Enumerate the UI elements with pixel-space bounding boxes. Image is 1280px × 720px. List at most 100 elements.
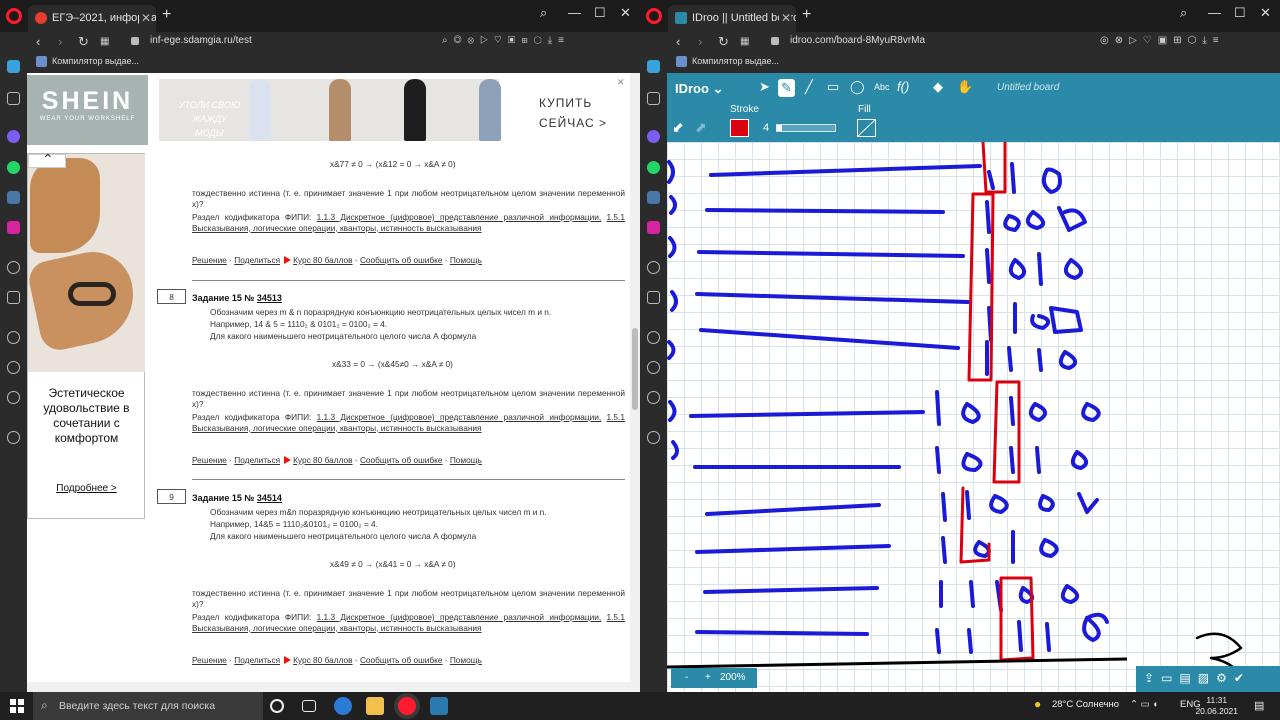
new-tab-button[interactable]: + bbox=[802, 6, 811, 24]
task-id-link[interactable]: 34514 bbox=[257, 493, 282, 503]
clock[interactable]: 11:31 20.06.2021 bbox=[1195, 695, 1238, 717]
notifications-icon[interactable]: ▤ bbox=[1254, 699, 1264, 712]
opera-menu-icon[interactable] bbox=[646, 8, 662, 24]
document-icon[interactable]: ▤ bbox=[1179, 671, 1197, 685]
fill-none-swatch[interactable] bbox=[857, 119, 876, 137]
share-icon[interactable]: ⇪ bbox=[1144, 671, 1161, 685]
stroke-color-swatch[interactable] bbox=[730, 119, 749, 137]
gear-icon[interactable]: ⚙ bbox=[1216, 671, 1234, 685]
home-icon[interactable] bbox=[647, 60, 660, 73]
send-icon[interactable] bbox=[7, 291, 20, 304]
star-icon[interactable] bbox=[647, 92, 660, 105]
new-tab-button[interactable]: + bbox=[162, 6, 171, 24]
undo-icon[interactable]: ⬋ bbox=[672, 119, 684, 136]
history-icon[interactable] bbox=[647, 361, 660, 374]
ad-close-icon[interactable]: ✕ bbox=[617, 77, 625, 88]
eraser-tool-icon[interactable]: ◆ bbox=[933, 79, 943, 95]
search-tabs-icon[interactable]: ⌕ bbox=[1180, 5, 1187, 21]
file-explorer-icon[interactable] bbox=[366, 697, 384, 715]
player-icon[interactable] bbox=[647, 261, 660, 274]
check-icon[interactable]: ✔ bbox=[1234, 671, 1251, 685]
solution-link[interactable]: Решение bbox=[192, 655, 227, 665]
share-link[interactable]: Поделиться bbox=[234, 255, 280, 265]
heart-icon[interactable] bbox=[647, 331, 660, 344]
instagram-icon[interactable] bbox=[647, 221, 660, 234]
task-id-link[interactable]: 34513 bbox=[257, 293, 282, 303]
screen-icon[interactable]: ▭ bbox=[1161, 671, 1179, 685]
help-link[interactable]: Помощь bbox=[450, 255, 482, 265]
toolbar-extension-icons[interactable]: ◎⊗▷♡▣⊞⬡⤓≡ bbox=[1100, 35, 1225, 46]
photos-icon[interactable] bbox=[430, 697, 448, 715]
shoe-side-ad[interactable]: ⌃ Эстетическое удовольствие в сочетании … bbox=[27, 151, 145, 519]
history-icon[interactable] bbox=[7, 361, 20, 374]
settings-icon[interactable] bbox=[647, 391, 660, 404]
tab-idroo[interactable]: IDroo || Untitled board ✕ bbox=[668, 5, 796, 32]
whatsapp-icon[interactable] bbox=[647, 161, 660, 174]
banner-cta[interactable]: КУПИТЬ СЕЙЧАС > bbox=[539, 93, 607, 133]
back-icon[interactable]: ‹ bbox=[36, 34, 40, 49]
reload-icon[interactable]: ↻ bbox=[718, 34, 729, 50]
line-tool-icon[interactable]: ╱ bbox=[805, 79, 813, 95]
shein-banner-ad[interactable]: SHEIN WEAR YOUR WORKSHELF УТОЛИ СВОЮ ЖАЖ… bbox=[27, 75, 627, 145]
instagram-icon[interactable] bbox=[7, 221, 20, 234]
ellipse-tool-icon[interactable]: ◯ bbox=[850, 79, 865, 95]
maximize-button[interactable]: ☐ bbox=[594, 5, 606, 21]
report-link[interactable]: Сообщить об ошибке bbox=[360, 455, 443, 465]
vk-icon[interactable] bbox=[7, 191, 20, 204]
course-link[interactable]: Курс 80 баллов bbox=[293, 455, 352, 465]
start-button-icon[interactable] bbox=[10, 699, 24, 713]
opera-taskbar-icon[interactable] bbox=[398, 697, 416, 715]
player-icon[interactable] bbox=[7, 261, 20, 274]
minimize-button[interactable]: — bbox=[568, 5, 581, 20]
report-link[interactable]: Сообщить об ошибке bbox=[360, 255, 443, 265]
search-tabs-icon[interactable]: ⌕ bbox=[540, 5, 547, 21]
formula-tool-icon[interactable]: f() bbox=[897, 79, 909, 94]
messenger-icon[interactable] bbox=[647, 130, 660, 143]
vk-icon[interactable] bbox=[647, 191, 660, 204]
board-title[interactable]: Untitled board bbox=[997, 82, 1059, 93]
chevron-up-icon[interactable]: ⌃ bbox=[42, 151, 54, 168]
close-tab-icon[interactable]: ✕ bbox=[778, 11, 791, 25]
bookmark-compiler[interactable]: Компилятор выдае... bbox=[52, 56, 139, 66]
zoom-in-button[interactable]: + bbox=[705, 672, 711, 683]
messenger-icon[interactable] bbox=[7, 130, 20, 143]
url-field[interactable]: idroo.com/board-8MyuR8vrMa bbox=[790, 35, 925, 46]
whiteboard-canvas[interactable]: - + 200% ⇪▭▤▨⚙✔ bbox=[667, 142, 1280, 692]
tab-ege[interactable]: ЕГЭ–2021, информатика ✕ bbox=[28, 5, 156, 32]
star-icon[interactable] bbox=[7, 92, 20, 105]
tabs-grid-icon[interactable]: ▦ bbox=[100, 36, 109, 47]
taskbar-search-input[interactable]: ⌕ Введите здесь текст для поиска bbox=[33, 692, 263, 720]
minimize-button[interactable]: — bbox=[1208, 5, 1221, 20]
zoom-out-button[interactable]: - bbox=[685, 672, 688, 683]
course-link[interactable]: Курс 80 баллов bbox=[293, 655, 352, 665]
toolbar-extension-icons[interactable]: ⌕◎⊗▷♡▣⊞⬡⤓≡ bbox=[442, 35, 570, 46]
scroll-thumb[interactable] bbox=[632, 328, 638, 410]
hand-tool-icon[interactable]: ✋ bbox=[957, 79, 973, 95]
send-icon[interactable] bbox=[647, 291, 660, 304]
weather-text[interactable]: 28°C Солнечно bbox=[1052, 699, 1119, 710]
cortana-icon[interactable] bbox=[270, 699, 284, 713]
settings-icon[interactable] bbox=[7, 391, 20, 404]
task-view-icon[interactable] bbox=[302, 700, 316, 712]
text-tool-icon[interactable]: Abc bbox=[874, 82, 890, 92]
whatsapp-icon[interactable] bbox=[7, 161, 20, 174]
stroke-width-slider[interactable] bbox=[776, 124, 836, 132]
report-link[interactable]: Сообщить об ошибке bbox=[360, 655, 443, 665]
location-icon[interactable] bbox=[647, 431, 660, 444]
horizontal-scrollbar[interactable] bbox=[27, 682, 630, 692]
forward-icon[interactable]: › bbox=[58, 34, 62, 49]
bookmark-compiler[interactable]: Компилятор выдае... bbox=[692, 56, 779, 66]
tabs-grid-icon[interactable]: ▦ bbox=[740, 36, 749, 47]
solution-link[interactable]: Решение bbox=[192, 455, 227, 465]
idroo-menu[interactable]: IDroo ⌄ bbox=[675, 81, 723, 97]
help-link[interactable]: Помощь bbox=[450, 455, 482, 465]
heart-icon[interactable] bbox=[7, 331, 20, 344]
redo-icon[interactable]: ⬈ bbox=[695, 119, 707, 136]
zoom-level[interactable]: 200% bbox=[720, 672, 746, 683]
image-icon[interactable]: ▨ bbox=[1198, 671, 1216, 685]
share-link[interactable]: Поделиться bbox=[234, 655, 280, 665]
side-ad-more-link[interactable]: Подробнее > bbox=[28, 483, 145, 494]
share-link[interactable]: Поделиться bbox=[234, 455, 280, 465]
solution-link[interactable]: Решение bbox=[192, 255, 227, 265]
home-icon[interactable] bbox=[7, 60, 20, 73]
